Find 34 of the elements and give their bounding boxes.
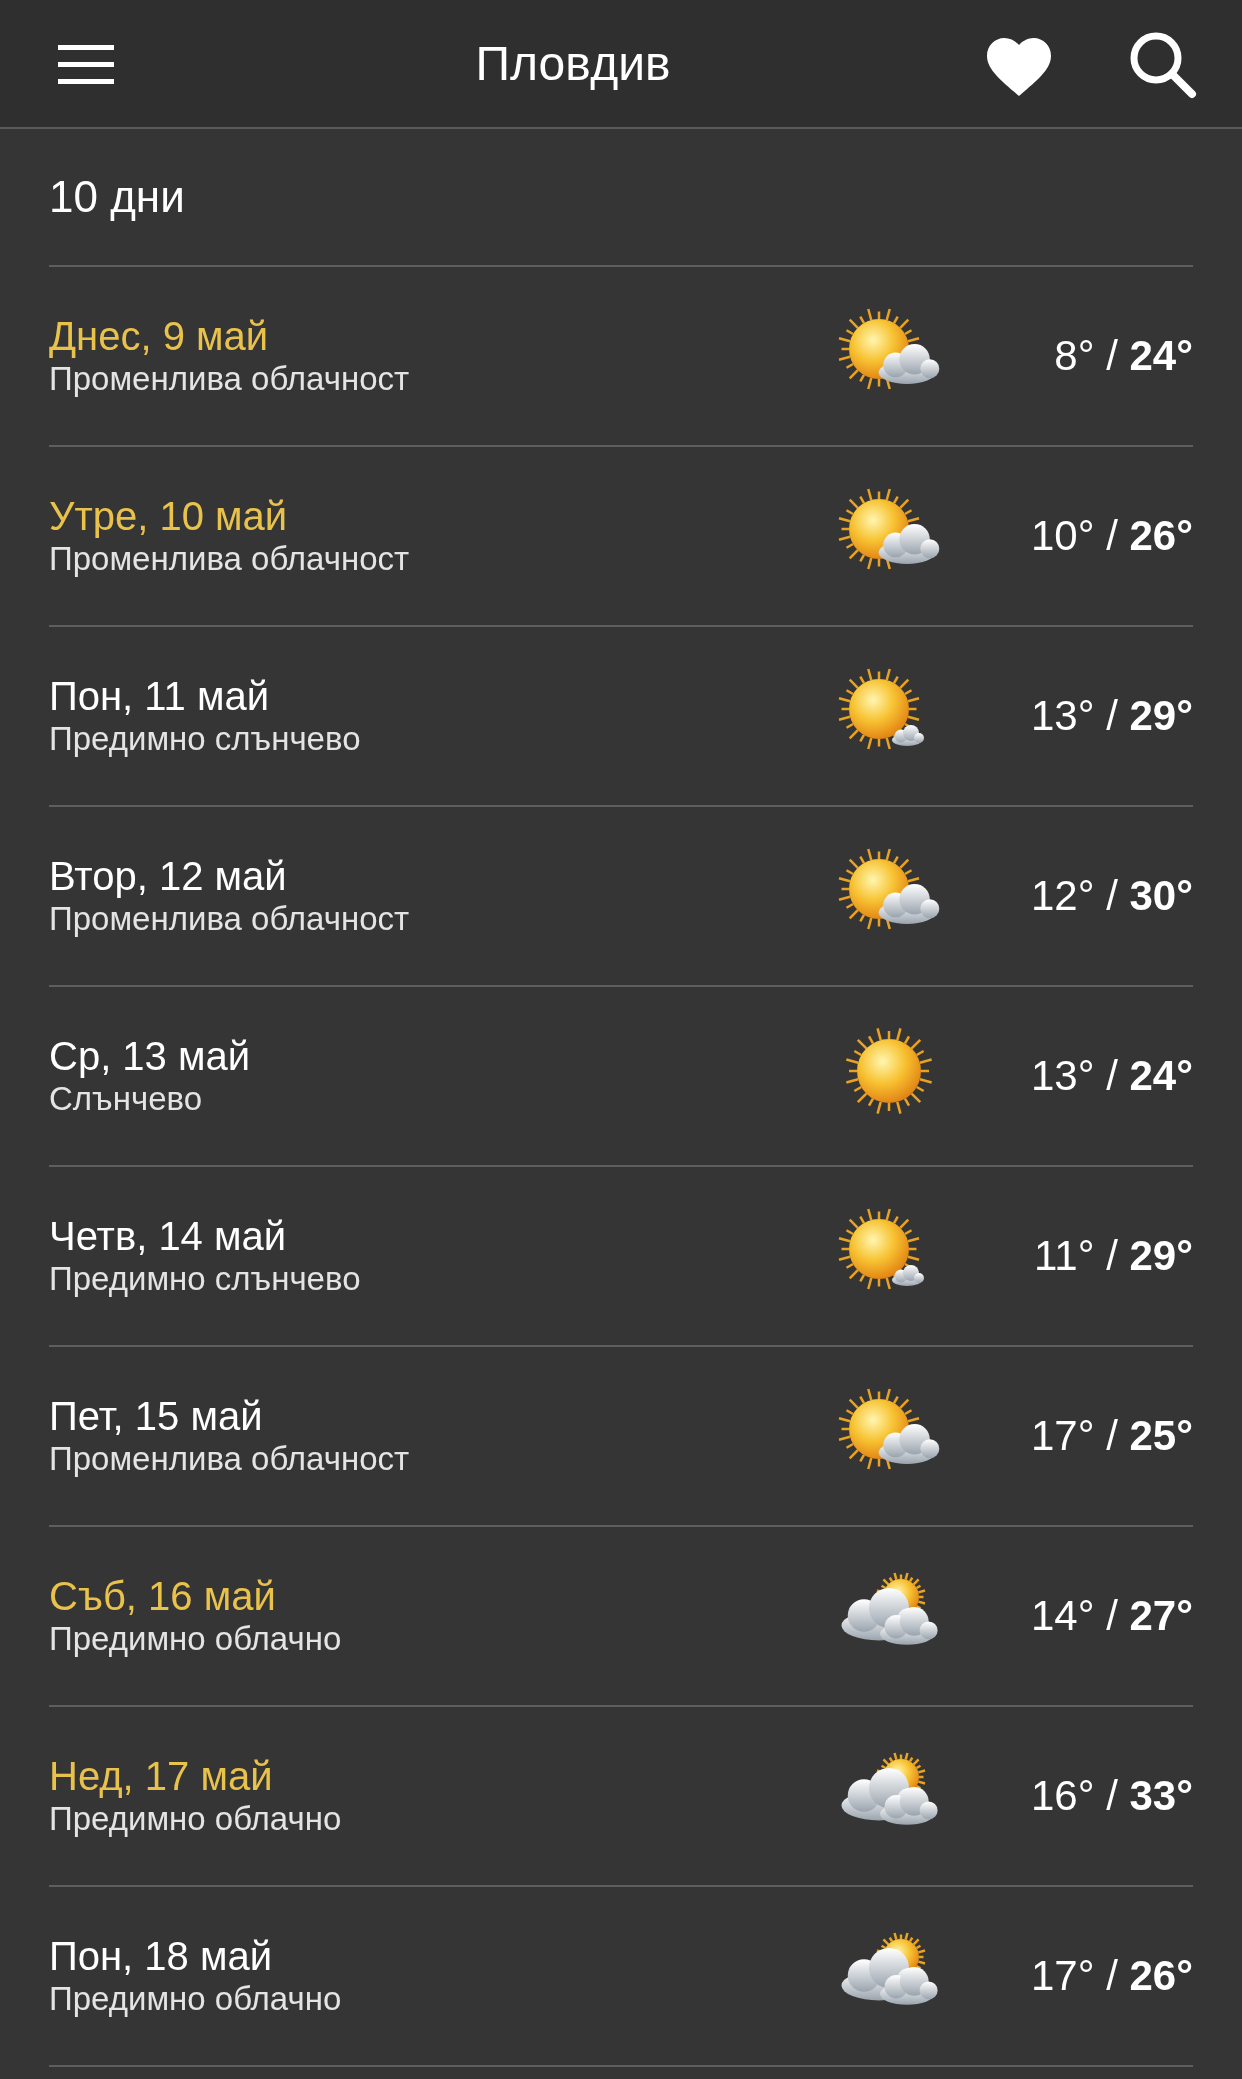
temperature-range: 17° / 25°: [1029, 1412, 1193, 1460]
temperature-range: 10° / 26°: [1029, 512, 1193, 560]
day-date: Утре, 10 май: [49, 493, 289, 539]
day-condition: Предимно облачно: [49, 1979, 343, 2019]
temperature-range: 13° / 24°: [1029, 1052, 1193, 1100]
day-date: Съб, 16 май: [49, 1573, 277, 1619]
temperature-range: 12° / 30°: [1029, 872, 1193, 920]
day-date: Ср, 13 май: [49, 1033, 252, 1079]
day-date: Втор, 12 май: [49, 853, 288, 899]
section-title: 10 дни: [49, 172, 185, 222]
temperature-range: 13° / 29°: [1029, 692, 1193, 740]
menu-icon: [58, 42, 114, 85]
temperature-range: 17° / 26°: [1029, 1952, 1193, 2000]
temperature-range: 16° / 33°: [1029, 1772, 1193, 1820]
temperature-range: 8° / 24°: [1053, 332, 1193, 380]
day-condition: Променлива облачност: [49, 1439, 411, 1479]
day-condition: Предимно облачно: [49, 1799, 343, 1839]
temperature-range: 11° / 29°: [1033, 1232, 1193, 1280]
city-title: Пловдив: [474, 36, 672, 91]
day-date: Днес, 9 май: [49, 313, 270, 359]
day-date: Пон, 18 май: [49, 1933, 273, 1979]
day-condition: Променлива облачност: [49, 359, 411, 399]
day-date: Нед, 17 май: [49, 1753, 274, 1799]
day-date: Пон, 11 май: [49, 673, 271, 719]
day-date: Пет, 15 май: [49, 1393, 264, 1439]
menu-button[interactable]: [58, 42, 114, 85]
day-condition: Слънчево: [49, 1079, 203, 1119]
day-condition: Предимно облачно: [49, 1619, 343, 1659]
temperature-range: 14° / 27°: [1029, 1592, 1193, 1640]
day-condition: Променлива облачност: [49, 539, 411, 579]
day-condition: Променлива облачност: [49, 899, 411, 939]
day-condition: Предимно слънчево: [49, 719, 362, 759]
day-condition: Предимно слънчево: [49, 1259, 362, 1299]
day-date: Четв, 14 май: [49, 1213, 288, 1259]
